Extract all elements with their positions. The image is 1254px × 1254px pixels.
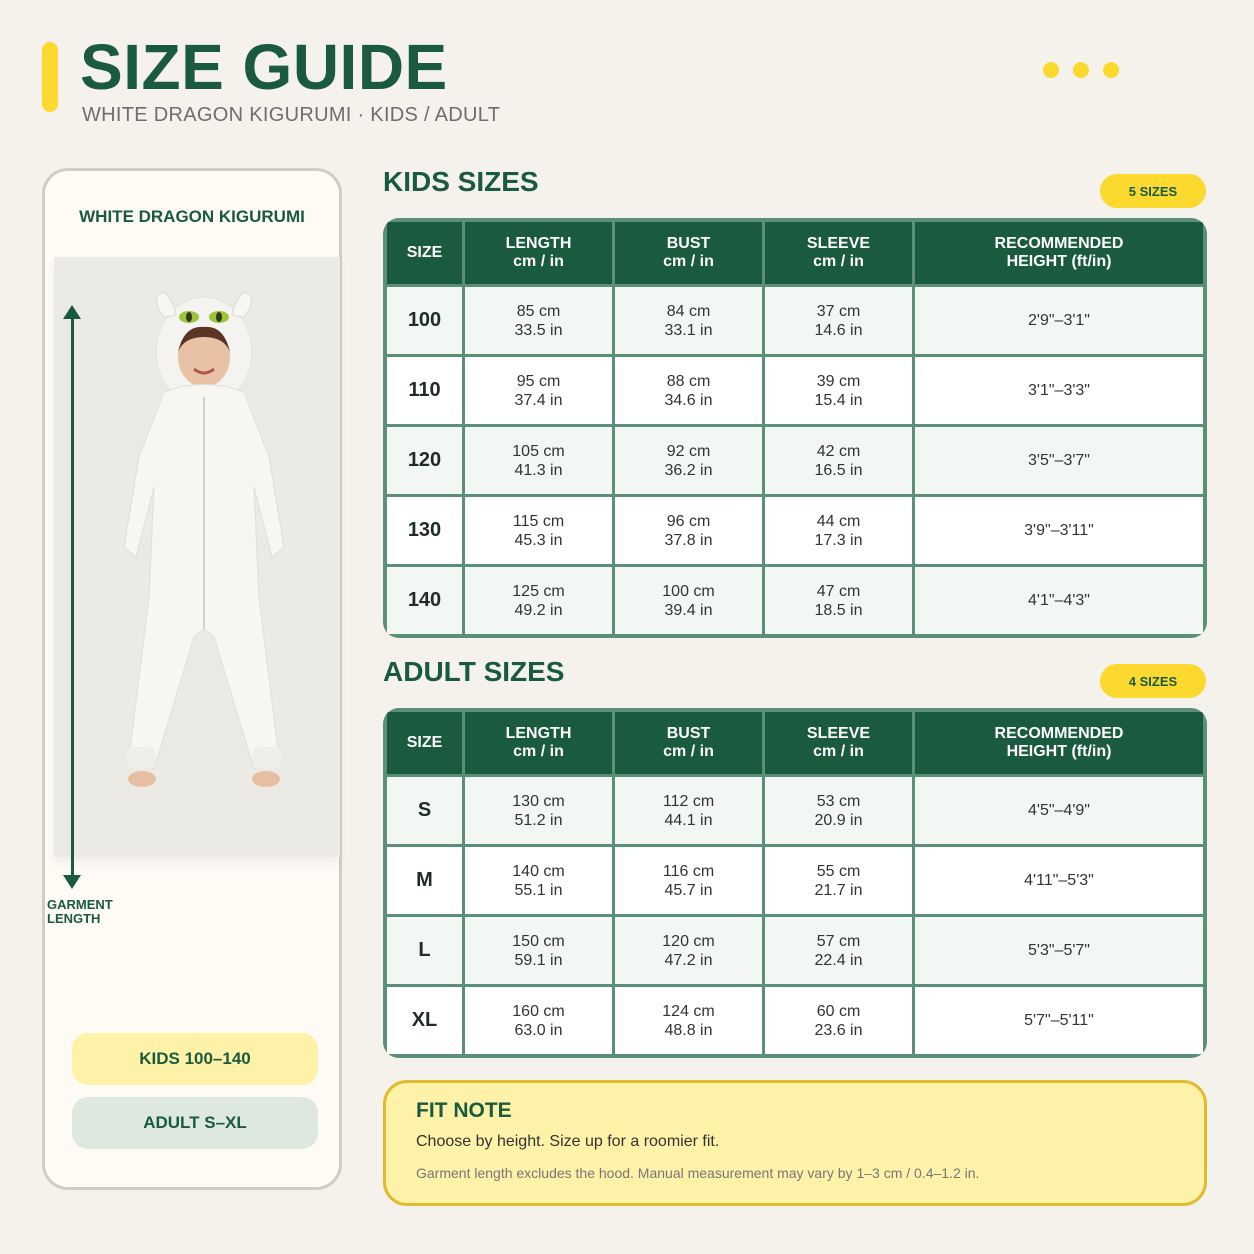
product-card: WHITE DRAGON KIGURUMI GARMENT LENGTH KID…: [42, 168, 342, 1190]
header-bust: BUST cm / in: [615, 712, 762, 774]
size-cell: 140: [387, 567, 462, 634]
length-cell: 140 cm 55.1 in: [465, 847, 612, 914]
bust-cell: 84 cm 33.1 in: [615, 287, 762, 354]
table-header-row: SIZE LENGTH cm / in BUST cm / in SLEEVE cm …: [387, 222, 1203, 284]
header-length: LENGTH cm / in: [465, 712, 612, 774]
bust-cell: 120 cm 47.2 in: [615, 917, 762, 984]
page-subtitle: WHITE DRAGON KIGURUMI · KIDS / ADULT: [82, 104, 501, 126]
sleeve-cell: 42 cm 16.5 in: [765, 427, 912, 494]
length-cell: 160 cm 63.0 in: [465, 987, 612, 1054]
header-length: LENGTH cm / in: [465, 222, 612, 284]
fit-note-title: FIT NOTE: [416, 1099, 512, 1122]
size-cell: M: [387, 847, 462, 914]
title-accent-bar: [42, 42, 58, 112]
sleeve-cell: 37 cm 14.6 in: [765, 287, 912, 354]
sleeve-cell: 39 cm 15.4 in: [765, 357, 912, 424]
sleeve-cell: 57 cm 22.4 in: [765, 917, 912, 984]
bust-cell: 112 cm 44.1 in: [615, 777, 762, 844]
garment-length-label: GARMENT LENGTH: [47, 897, 113, 926]
size-cell: S: [387, 777, 462, 844]
kids-count-badge: 5 SIZES: [1100, 174, 1206, 208]
size-cell: L: [387, 917, 462, 984]
length-cell: 150 cm 59.1 in: [465, 917, 612, 984]
size-cell: 110: [387, 357, 462, 424]
header-size: SIZE: [387, 712, 462, 774]
dot-icon: [1043, 62, 1059, 78]
length-cell: 85 cm 33.5 in: [465, 287, 612, 354]
size-cell: 100: [387, 287, 462, 354]
adult-section-title: ADULT SIZES: [383, 656, 565, 687]
height-cell: 2'9"–3'1": [915, 287, 1203, 354]
bust-cell: 116 cm 45.7 in: [615, 847, 762, 914]
length-cell: 130 cm 51.2 in: [465, 777, 612, 844]
height-cell: 4'5"–4'9": [915, 777, 1203, 844]
height-cell: 5'7"–5'11": [915, 987, 1203, 1054]
table-row: S 130 cm 51.2 in 112 cm 44.1 in 53 cm 20.9 …: [387, 777, 1203, 844]
kids-range-pill: KIDS 100–140: [72, 1033, 318, 1085]
sleeve-cell: 53 cm 20.9 in: [765, 777, 912, 844]
sleeve-cell: 60 cm 23.6 in: [765, 987, 912, 1054]
product-photo: [54, 257, 340, 857]
table-row: XL 160 cm 63.0 in 124 cm 48.8 in 60 cm 23.6…: [387, 987, 1203, 1054]
kids-section-title: KIDS SIZES: [383, 166, 539, 197]
adult-range-pill: ADULT S–XL: [72, 1097, 318, 1149]
height-cell: 4'1"–4'3": [915, 567, 1203, 634]
height-cell: 4'11"–5'3": [915, 847, 1203, 914]
length-cell: 95 cm 37.4 in: [465, 357, 612, 424]
kigurumi-figure-image: [123, 291, 285, 787]
height-cell: 3'1"–3'3": [915, 357, 1203, 424]
table-row: M 140 cm 55.1 in 116 cm 45.7 in 55 cm 21.7 …: [387, 847, 1203, 914]
height-cell: 3'9"–3'11": [915, 497, 1203, 564]
product-card-title: WHITE DRAGON KIGURUMI: [79, 207, 305, 226]
table-row: 140 125 cm 49.2 in 100 cm 39.4 in 47 cm 18.…: [387, 567, 1203, 634]
size-cell: 120: [387, 427, 462, 494]
size-cell: 130: [387, 497, 462, 564]
height-cell: 3'5"–3'7": [915, 427, 1203, 494]
bust-cell: 124 cm 48.8 in: [615, 987, 762, 1054]
bust-cell: 88 cm 34.6 in: [615, 357, 762, 424]
fit-note-box: FIT NOTE Choose by height. Size up for a…: [383, 1080, 1207, 1206]
adult-size-table: SIZE LENGTH cm / in BUST cm / in SLEEVE cm …: [383, 708, 1207, 1058]
table-row: 120 105 cm 41.3 in 92 cm 36.2 in 42 cm 16.5…: [387, 427, 1203, 494]
bust-cell: 96 cm 37.8 in: [615, 497, 762, 564]
size-cell: XL: [387, 987, 462, 1054]
sleeve-cell: 47 cm 18.5 in: [765, 567, 912, 634]
length-cell: 115 cm 45.3 in: [465, 497, 612, 564]
header-bust: BUST cm / in: [615, 222, 762, 284]
height-cell: 5'3"–5'7": [915, 917, 1203, 984]
table-row: 130 115 cm 45.3 in 96 cm 37.8 in 44 cm 17.3…: [387, 497, 1203, 564]
kids-size-table: SIZE LENGTH cm / in BUST cm / in SLEEVE cm …: [383, 218, 1207, 638]
fit-note-disclaimer: Garment length excludes the hood. Manual…: [416, 1165, 980, 1181]
table-row: L 150 cm 59.1 in 120 cm 47.2 in 57 cm 22.4 …: [387, 917, 1203, 984]
bust-cell: 100 cm 39.4 in: [615, 567, 762, 634]
adult-count-badge: 4 SIZES: [1100, 664, 1206, 698]
table-header-row: SIZE LENGTH cm / in BUST cm / in SLEEVE cm …: [387, 712, 1203, 774]
header-sleeve: SLEEVE cm / in: [765, 712, 912, 774]
sleeve-cell: 55 cm 21.7 in: [765, 847, 912, 914]
sleeve-cell: 44 cm 17.3 in: [765, 497, 912, 564]
bust-cell: 92 cm 36.2 in: [615, 427, 762, 494]
header-height: RECOMMENDED HEIGHT (ft/in): [915, 712, 1203, 774]
header-size: SIZE: [387, 222, 462, 284]
fit-note-text: Choose by height. Size up for a roomier …: [416, 1133, 720, 1150]
header-height: RECOMMENDED HEIGHT (ft/in): [915, 222, 1203, 284]
decorative-dots: [1043, 62, 1119, 78]
length-cell: 105 cm 41.3 in: [465, 427, 612, 494]
dot-icon: [1073, 62, 1089, 78]
dot-icon: [1103, 62, 1119, 78]
arrow-down-icon: [63, 875, 81, 889]
length-cell: 125 cm 49.2 in: [465, 567, 612, 634]
page-title: SIZE GUIDE: [80, 31, 448, 103]
garment-length-arrow: [71, 317, 74, 883]
table-row: 110 95 cm 37.4 in 88 cm 34.6 in 39 cm 15.4 …: [387, 357, 1203, 424]
header-sleeve: SLEEVE cm / in: [765, 222, 912, 284]
table-row: 100 85 cm 33.5 in 84 cm 33.1 in 37 cm 14.6 …: [387, 287, 1203, 354]
